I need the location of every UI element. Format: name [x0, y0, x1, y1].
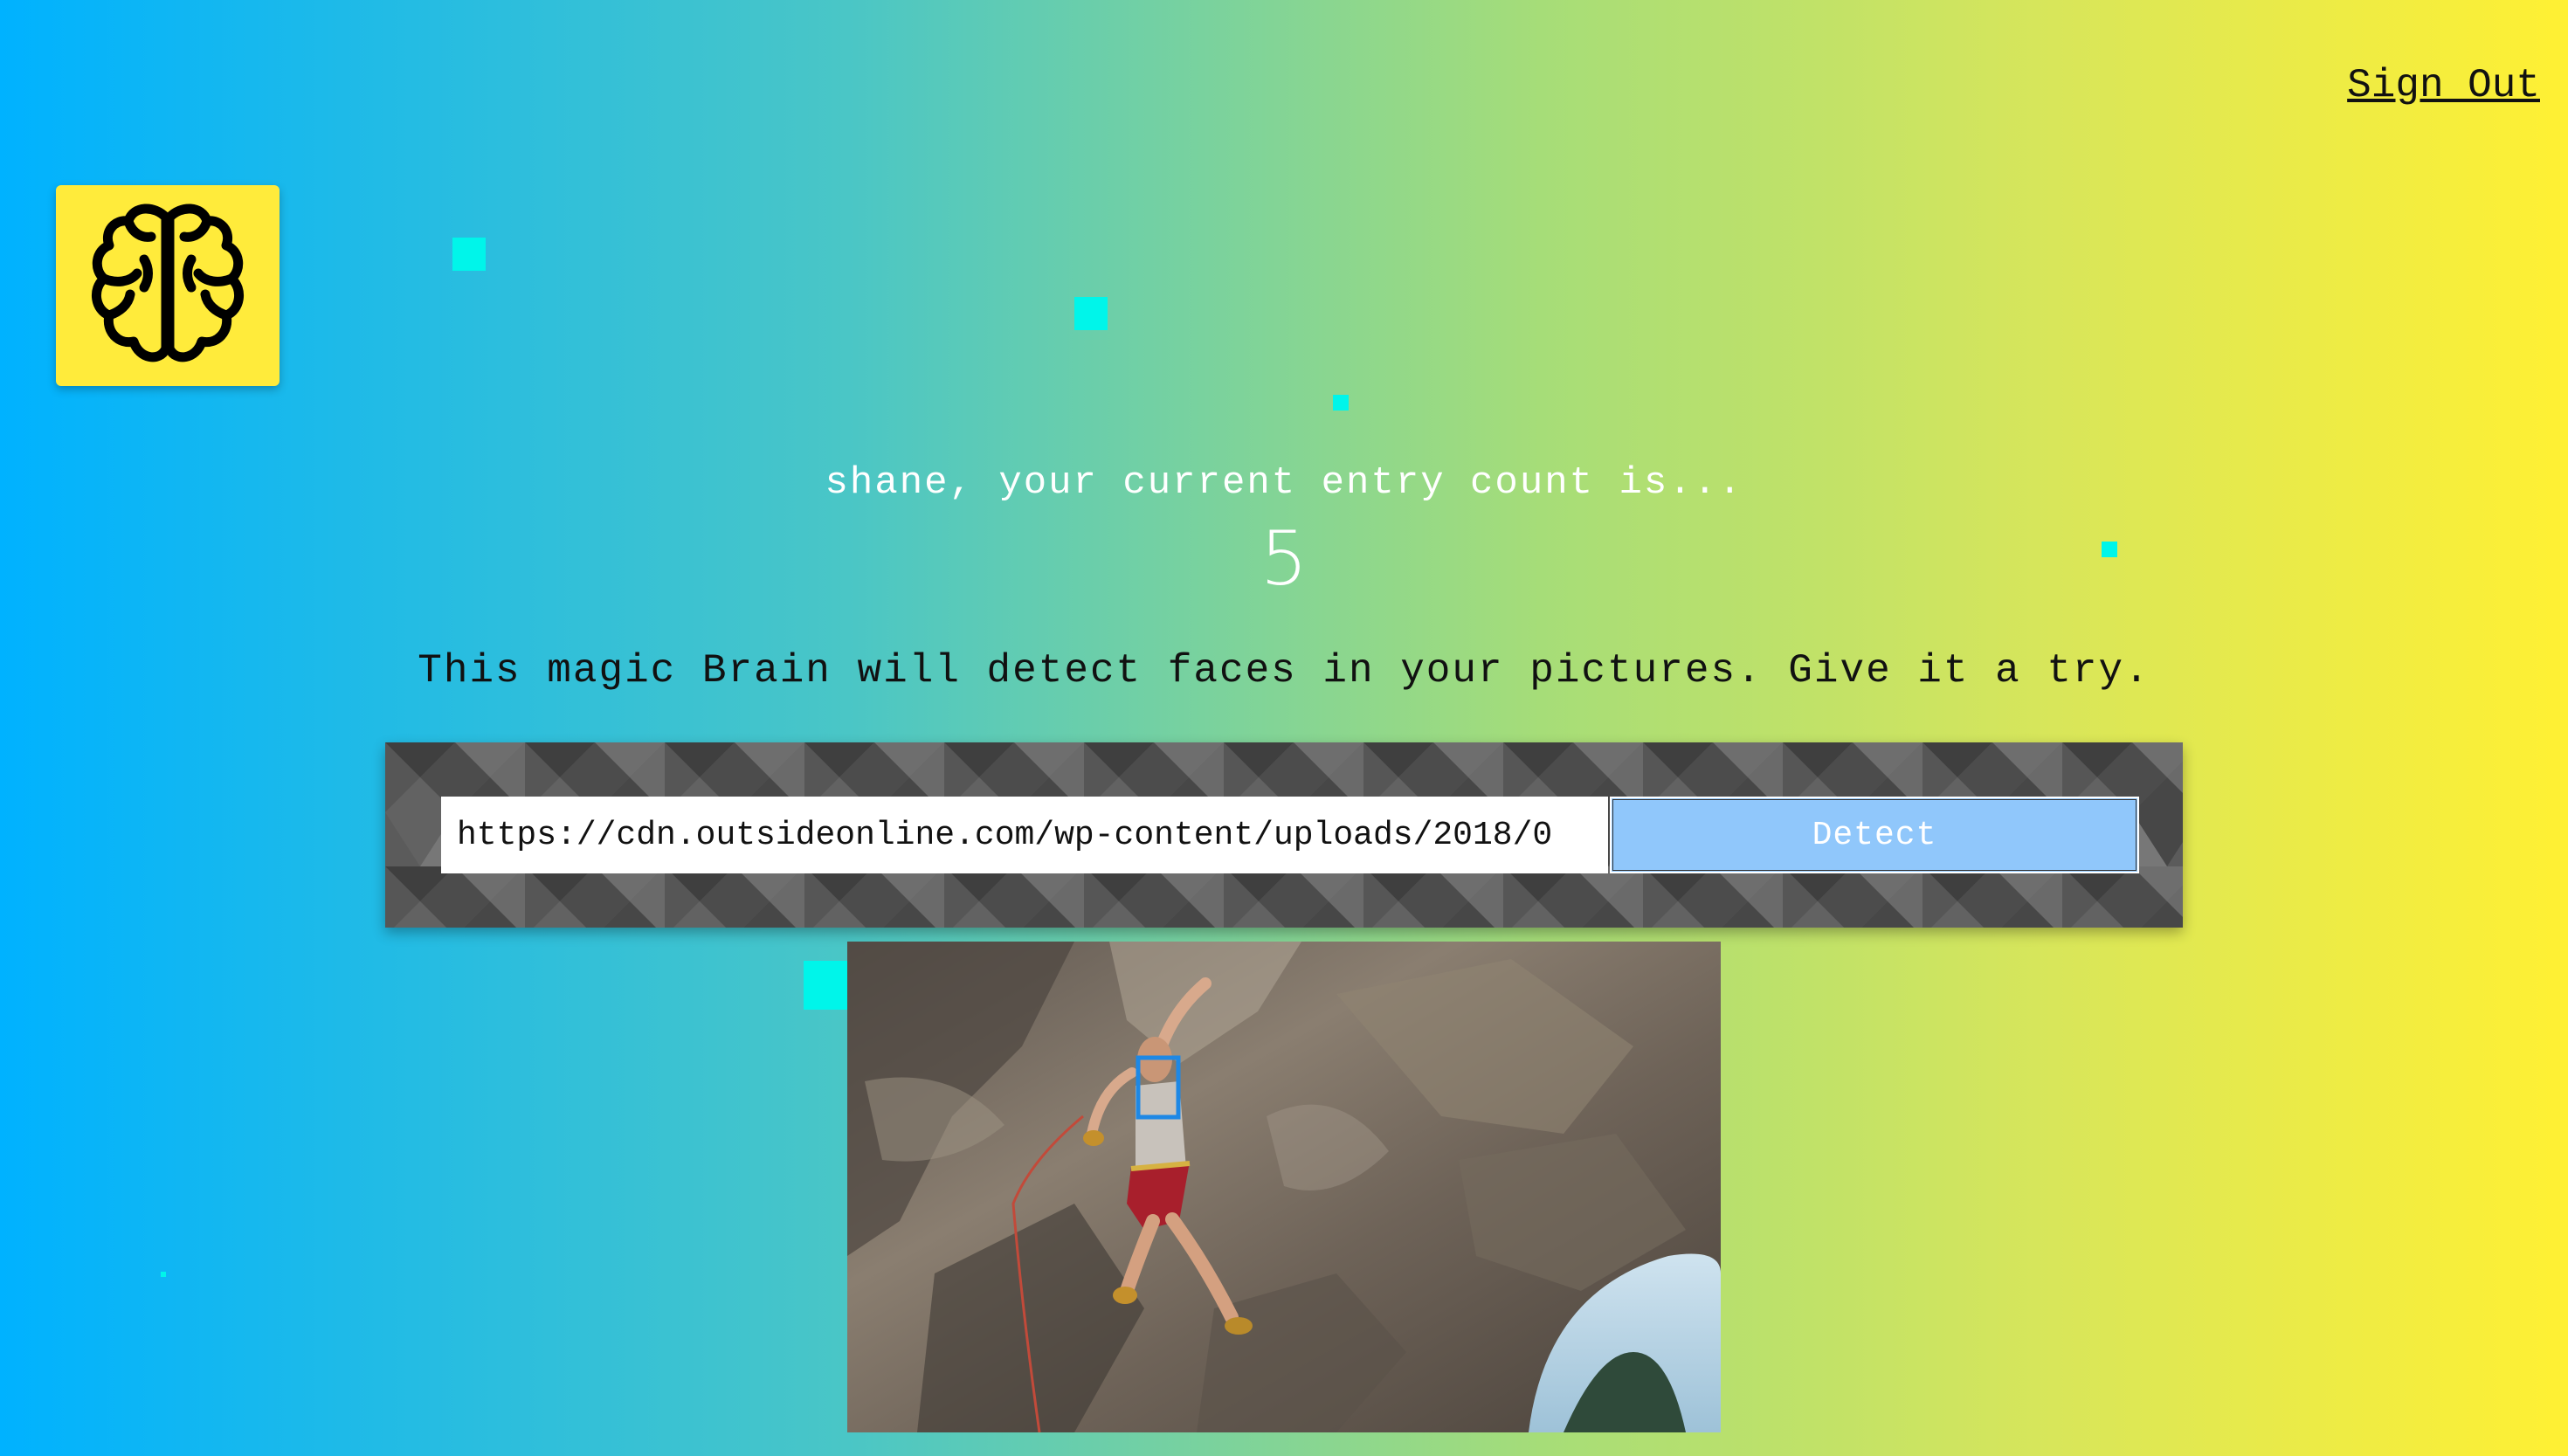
background-particle	[1333, 395, 1349, 411]
background-particle	[452, 238, 486, 271]
tagline: This magic Brain will detect faces in yo…	[418, 648, 2150, 693]
background-particle	[804, 961, 849, 1010]
image-link-form: Detect	[385, 742, 2183, 928]
background-particle	[161, 1272, 166, 1277]
sign-out-link[interactable]: Sign Out	[2347, 63, 2540, 108]
face-detection-image	[847, 942, 1721, 1432]
entry-count-value: 5	[1260, 515, 1308, 603]
rock-climber-photo	[847, 942, 1721, 1432]
logo[interactable]	[56, 185, 280, 386]
brain-icon	[92, 204, 244, 362]
entry-count-label: shane, your current entry count is...	[825, 461, 1743, 505]
background-particle	[1074, 297, 1108, 330]
image-url-input[interactable]	[441, 797, 1608, 873]
detect-button[interactable]: Detect	[1610, 797, 2139, 873]
